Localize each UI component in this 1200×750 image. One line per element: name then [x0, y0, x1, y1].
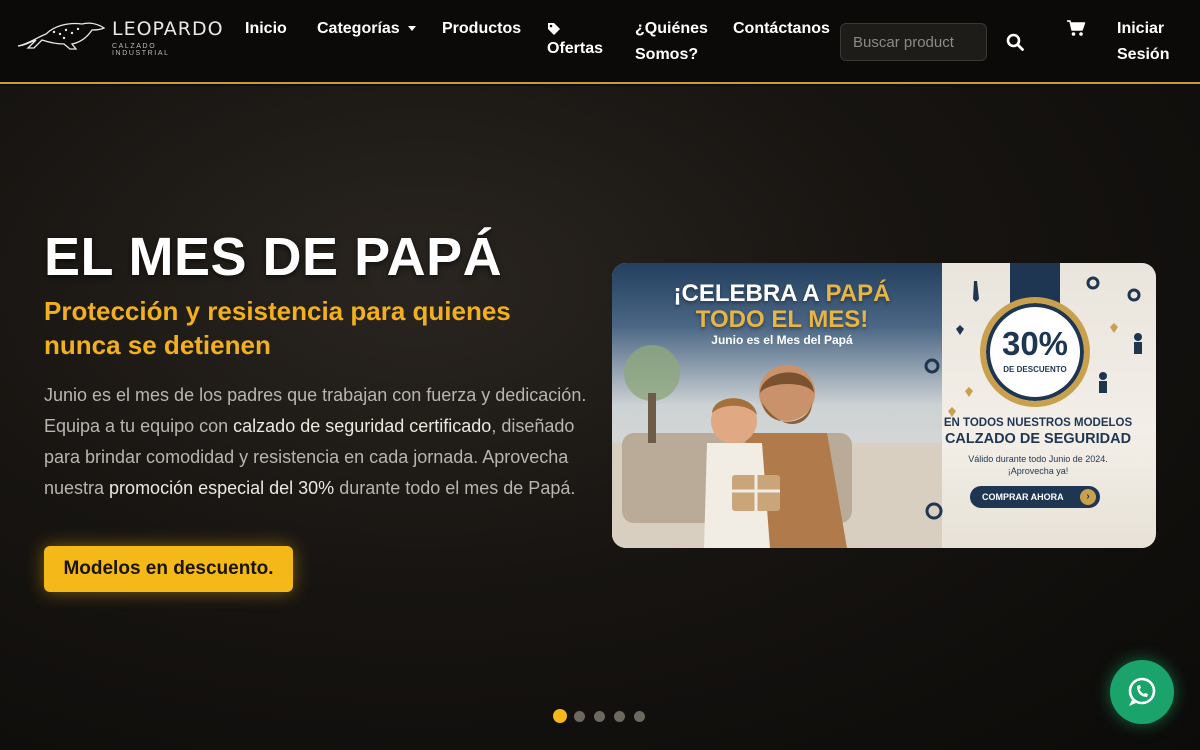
banner-models-text: EN TODOS NUESTROS MODELOS — [943, 417, 1133, 429]
banner-validity-line2: ¡Aprovecha ya! — [1007, 466, 1069, 476]
hero-body-bold-1: calzado de seguridad certificado — [233, 416, 492, 436]
banner-buy-now-button[interactable]: COMPRAR AHORA › — [970, 486, 1100, 508]
promo-banner-image[interactable]: ¡CELEBRA A PAPÁ TODO EL MES! Junio es el… — [612, 263, 1156, 548]
nav-quienes-line1: ¿Quiénes — [635, 20, 708, 37]
search-button[interactable] — [1006, 33, 1024, 56]
hero-carousel: EL MES DE PAPÁ Protección y resistencia … — [0, 86, 1200, 750]
discount-medal: 30% DE DESCUENTO — [980, 297, 1090, 407]
discount-percent: 30% — [1001, 325, 1069, 362]
tag-icon — [548, 23, 560, 35]
cart-button[interactable] — [1067, 20, 1086, 42]
nav-quienes-line2: Somos? — [635, 46, 699, 63]
nav-categorias[interactable]: Categorías — [317, 16, 416, 42]
discount-models-button[interactable]: Modelos en descuento. — [44, 546, 293, 592]
hero-body-text-3: durante todo el mes de Papá. — [334, 478, 576, 498]
banner-buy-now-label: COMPRAR AHORA — [982, 492, 1064, 502]
navbar: LEOPARDO CALZADO INDUSTRIAL Inicio Categ… — [0, 0, 1200, 84]
carousel-dot-5[interactable] — [634, 711, 645, 722]
nav-categorias-label: Categorías — [317, 20, 400, 37]
nav-login-line1: Iniciar — [1117, 20, 1165, 37]
whatsapp-button[interactable] — [1110, 660, 1174, 724]
brand-tagline: CALZADO INDUSTRIAL — [112, 43, 170, 57]
carousel-dot-4[interactable] — [614, 711, 625, 722]
hero-body: Junio es el mes de los padres que trabaj… — [44, 380, 604, 504]
leopard-logo — [17, 22, 106, 50]
search-icon — [1006, 33, 1024, 51]
nav-ofertas[interactable]: Ofertas — [547, 16, 617, 62]
chevron-right-icon: › — [1080, 489, 1096, 505]
search-input[interactable] — [840, 23, 987, 61]
discount-label: DE DESCUENTO — [1003, 365, 1067, 374]
nav-productos[interactable]: Productos — [442, 16, 521, 42]
nav-quienes-somos[interactable]: ¿Quiénes Somos? — [635, 16, 708, 68]
banner-category-text: CALZADO DE SEGURIDAD — [944, 431, 1132, 447]
cart-icon — [1067, 20, 1086, 36]
carousel-dot-3[interactable] — [594, 711, 605, 722]
hero-body-bold-2: promoción especial del 30% — [109, 478, 335, 498]
brand-logo[interactable]: LEOPARDO CALZADO INDUSTRIAL — [16, 16, 223, 57]
nav-login[interactable]: Iniciar Sesión — [1117, 16, 1169, 68]
whatsapp-icon — [1128, 677, 1156, 706]
carousel-dot-2[interactable] — [574, 711, 585, 722]
nav-contacto[interactable]: Contáctanos — [733, 16, 830, 42]
chevron-down-icon — [407, 26, 416, 32]
hero-subtitle: Protección y resistencia para quienes nu… — [44, 296, 511, 360]
nav-inicio[interactable]: Inicio — [245, 16, 287, 42]
brand-name: LEOPARDO — [112, 18, 224, 40]
nav-ofertas-label: Ofertas — [547, 40, 604, 57]
banner-validity-line1: Válido durante todo Junio de 2024. — [968, 454, 1108, 464]
hero-title: EL MES DE PAPÁ — [44, 227, 503, 287]
carousel-dot-1[interactable] — [553, 709, 567, 723]
nav-login-line2: Sesión — [1117, 46, 1170, 63]
banner-validity-text: Válido durante todo Junio de 2024. ¡Apro… — [928, 453, 1148, 477]
